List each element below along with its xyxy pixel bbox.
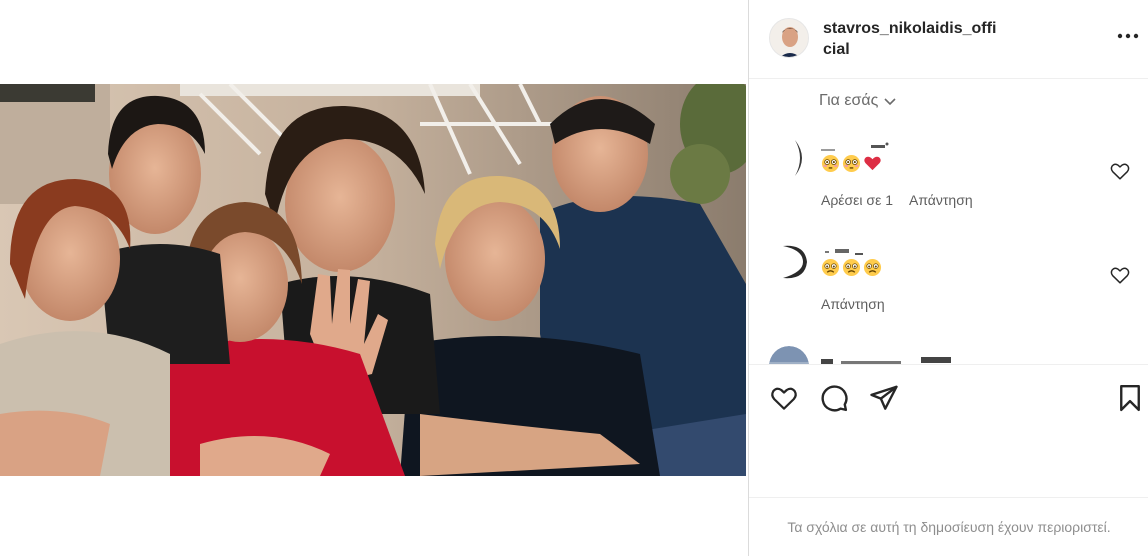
post-photo[interactable] xyxy=(0,84,746,476)
comment-item xyxy=(769,346,1139,364)
commenter-avatar[interactable] xyxy=(769,138,809,178)
comments-limited-text: Τα σχόλια σε αυτή τη δημοσίευση έχουν πε… xyxy=(787,519,1111,535)
flushed-face-icon xyxy=(821,154,840,173)
bookmark-icon[interactable] xyxy=(1115,383,1145,413)
comment-text xyxy=(821,258,882,277)
comment-likes-count[interactable]: Αρέσει σε 1 xyxy=(821,192,893,208)
comment-like-heart-icon[interactable] xyxy=(1109,264,1131,286)
comment-meta: Απάντηση xyxy=(821,296,885,312)
comment-sort-label: Για εσάς xyxy=(819,92,879,109)
comment-sort-dropdown[interactable]: Για εσάς xyxy=(819,92,898,110)
comment-reply-button[interactable]: Απάντηση xyxy=(821,296,885,312)
share-icon[interactable] xyxy=(869,383,899,413)
profile-avatar[interactable] xyxy=(769,18,809,58)
comment-text xyxy=(821,154,882,173)
comments-list[interactable]: Για εσάς Αρέσει σε 1 Απάντηση Απάντηση xyxy=(749,80,1148,364)
more-options-icon[interactable] xyxy=(1115,26,1141,46)
avatar-image xyxy=(770,19,808,57)
red-heart-icon xyxy=(864,156,881,171)
sad-face-icon xyxy=(821,258,840,277)
flushed-face-icon xyxy=(842,154,861,173)
comments-limited-notice: Τα σχόλια σε αυτή τη δημοσίευση έχουν πε… xyxy=(749,497,1148,556)
sad-face-icon xyxy=(863,258,882,277)
comment-reply-button[interactable]: Απάντηση xyxy=(909,192,973,208)
group-photo-image xyxy=(0,84,746,476)
heart-icon[interactable] xyxy=(769,383,799,413)
post-side-panel: stavros_nikolaidis_official Για εσάς Αρέ… xyxy=(748,0,1148,556)
sad-face-icon xyxy=(842,258,861,277)
post-header: stavros_nikolaidis_official xyxy=(749,0,1148,79)
commenter-avatar[interactable] xyxy=(769,346,809,364)
chevron-down-icon xyxy=(884,98,896,106)
instagram-post-view: stavros_nikolaidis_official Για εσάς Αρέ… xyxy=(0,0,1148,556)
commenter-name-redacted[interactable] xyxy=(821,354,971,364)
comment-icon[interactable] xyxy=(819,383,849,413)
post-username[interactable]: stavros_nikolaidis_official xyxy=(823,18,1003,60)
comment-item: Αρέσει σε 1 Απάντηση xyxy=(769,138,1139,218)
post-actions-bar xyxy=(749,364,1148,426)
comment-meta: Αρέσει σε 1 Απάντηση xyxy=(821,192,973,208)
commenter-avatar[interactable] xyxy=(769,242,809,282)
comment-item: Απάντηση xyxy=(769,242,1139,322)
media-area xyxy=(0,0,748,556)
comment-like-heart-icon[interactable] xyxy=(1109,160,1131,182)
